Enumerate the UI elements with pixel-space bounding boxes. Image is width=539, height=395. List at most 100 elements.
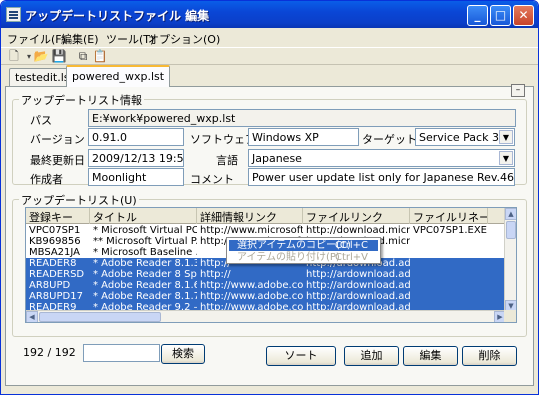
comment-field[interactable]: Power user update list only for Japanese… bbox=[248, 168, 515, 186]
cell-file: http://download.micro... bbox=[306, 225, 410, 236]
cell-file: http://ardownload.ado... bbox=[306, 291, 410, 302]
menu-file[interactable]: ファイル(F) bbox=[7, 31, 66, 47]
table-row[interactable]: AR8UPD * Adobe Reader 8.1.6 http://www.ado… bbox=[26, 280, 506, 291]
cell-title: * Microsoft Virtual PC... bbox=[93, 225, 197, 236]
column-header-title[interactable]: タイトル bbox=[90, 208, 197, 224]
context-copy-item[interactable]: 選択アイテムのコピー(C) Ctrl+C bbox=[229, 240, 378, 251]
cell-key: KB969856 bbox=[29, 236, 81, 247]
cell-key: AR8UPD bbox=[29, 280, 71, 291]
item-count: 192 / 192 bbox=[23, 346, 76, 359]
column-header-rename[interactable]: ファイルリネーム bbox=[410, 208, 488, 224]
cell-rename bbox=[410, 236, 488, 247]
copy-icon[interactable]: ⧉ bbox=[75, 49, 91, 64]
language-label: 言語 bbox=[216, 154, 238, 167]
toolbar: 🗋 ▾ 📂 💾 ⧉ 📋 bbox=[1, 47, 538, 65]
table-row[interactable]: READERSD * Adobe Reader 8 Spe...http:// ht… bbox=[26, 269, 506, 280]
maximize-button[interactable]: □ bbox=[490, 5, 511, 26]
cell-rename: VPC07SP1.EXE bbox=[413, 225, 487, 236]
vertical-scroll-thumb[interactable] bbox=[506, 221, 516, 239]
software-label: ソフトウェア bbox=[190, 133, 256, 146]
cell-title: * Adobe Reader 8.1.7 ... bbox=[93, 291, 197, 302]
collapse-button[interactable]: – bbox=[511, 84, 525, 97]
title-bar[interactable]: アップデートリストファイル 編集 _ □ ✕ bbox=[1, 1, 538, 28]
context-paste-shortcut: Ctrl+V bbox=[334, 252, 368, 263]
minimize-button[interactable]: _ bbox=[467, 5, 488, 26]
cell-key: READER8 bbox=[29, 258, 77, 269]
language-select[interactable]: Japanese ▼ bbox=[248, 149, 515, 167]
cell-file: http://ardownload.ado... bbox=[306, 280, 410, 291]
chevron-down-icon[interactable]: ▼ bbox=[499, 130, 513, 144]
app-icon bbox=[6, 7, 21, 22]
edit-button[interactable]: 編集 bbox=[403, 346, 458, 366]
cell-key: AR8UPD17 bbox=[29, 291, 83, 302]
column-header-info-link[interactable]: 詳細情報リンク bbox=[197, 208, 303, 224]
column-header-key[interactable]: 登録キー bbox=[26, 208, 90, 224]
cell-info: http://www.adobe.com.... bbox=[200, 280, 303, 291]
cell-rename bbox=[410, 291, 488, 302]
cell-info: http://www.microsoft.... bbox=[200, 225, 303, 236]
cell-title: * Microsoft Baseline ... bbox=[93, 247, 197, 258]
context-paste-item[interactable]: アイテムの貼り付け(P) Ctrl+V bbox=[229, 252, 378, 263]
menu-edit[interactable]: 編集(E) bbox=[61, 31, 99, 47]
version-field[interactable]: 0.91.0 bbox=[88, 128, 184, 146]
search-button[interactable]: 検索 bbox=[161, 344, 205, 364]
list-group-label: アップデートリスト(U) bbox=[19, 192, 139, 208]
column-header-file-link[interactable]: ファイルリンク bbox=[303, 208, 410, 224]
language-value: Japanese bbox=[252, 152, 302, 165]
menu-options[interactable]: オプション(O) bbox=[148, 31, 220, 47]
updated-label: 最終更新日 bbox=[30, 154, 85, 167]
search-input[interactable] bbox=[83, 344, 160, 362]
scroll-corner bbox=[504, 310, 516, 322]
app-window: アップデートリストファイル 編集 _ □ ✕ ファイル(F) 編集(E) ツール… bbox=[0, 0, 539, 395]
new-file-icon[interactable]: 🗋 bbox=[6, 49, 22, 64]
cell-title: * Adobe Reader 8 Spe... bbox=[93, 269, 197, 280]
cell-rename bbox=[410, 247, 488, 258]
updated-field[interactable]: 2009/12/13 19:56:58 bbox=[88, 149, 184, 167]
path-field[interactable]: E:¥work¥powered_wxp.lst bbox=[88, 109, 516, 127]
add-button[interactable]: 追加 bbox=[344, 346, 399, 366]
cell-rename bbox=[410, 258, 488, 269]
list-header: 登録キー タイトル 詳細情報リンク ファイルリンク ファイルリネーム bbox=[26, 208, 506, 224]
target-value: Service Pack 3 bbox=[419, 131, 499, 144]
close-button[interactable]: ✕ bbox=[513, 5, 534, 26]
window-title: アップデートリストファイル 編集 bbox=[25, 9, 210, 23]
open-folder-icon[interactable]: 📂 bbox=[33, 49, 49, 64]
info-group-label: アップデートリスト情報 bbox=[19, 92, 144, 108]
software-field[interactable]: Windows XP bbox=[248, 128, 359, 146]
chevron-down-icon[interactable]: ▼ bbox=[499, 151, 513, 165]
target-select[interactable]: Service Pack 3 ▼ bbox=[415, 128, 515, 146]
scroll-left-icon[interactable]: ◀ bbox=[26, 311, 38, 322]
context-copy-shortcut: Ctrl+C bbox=[334, 240, 368, 251]
context-copy-label: 選択アイテムのコピー(C) bbox=[237, 240, 351, 251]
cell-rename bbox=[410, 269, 488, 280]
scroll-up-icon[interactable]: ▲ bbox=[505, 208, 516, 220]
comment-label: コメント bbox=[190, 173, 234, 186]
context-paste-label: アイテムの貼り付け(P) bbox=[237, 252, 340, 263]
delete-button[interactable]: 削除 bbox=[462, 346, 517, 366]
menu-bar: ファイル(F) 編集(E) ツール(T) オプション(O) bbox=[1, 28, 538, 47]
cell-file: http://ardownload.ado... bbox=[306, 269, 410, 280]
horizontal-scroll-thumb[interactable] bbox=[39, 312, 161, 322]
horizontal-scrollbar[interactable]: ◀ ▶ bbox=[26, 310, 506, 322]
table-row[interactable]: AR8UPD17 * Adobe Reader 8.1.7 ...http://w… bbox=[26, 291, 506, 302]
update-list[interactable]: 登録キー タイトル 詳細情報リンク ファイルリンク ファイルリネーム VPC07… bbox=[25, 207, 517, 323]
cell-title: * Adobe Reader 8.1.3 bbox=[93, 258, 197, 269]
cell-info: http://www.adobe.com.... bbox=[200, 291, 303, 302]
paste-icon[interactable]: 📋 bbox=[92, 49, 108, 64]
author-field[interactable]: Moonlight bbox=[88, 168, 184, 186]
cell-key: MBSA21JA bbox=[29, 247, 81, 258]
cell-key: READERSD bbox=[29, 269, 85, 280]
cell-key: VPC07SP1 bbox=[29, 225, 81, 236]
path-label: パス bbox=[30, 114, 52, 127]
vertical-scrollbar[interactable]: ▲ ▼ bbox=[504, 208, 516, 312]
save-icon[interactable]: 💾 bbox=[51, 49, 67, 64]
author-label: 作成者 bbox=[30, 173, 63, 186]
tab-powered-wxp[interactable]: powered_wxp.lst bbox=[66, 65, 171, 87]
table-row[interactable]: VPC07SP1 * Microsoft Virtual PC... http://… bbox=[26, 225, 506, 236]
cell-info: http:// bbox=[200, 269, 231, 280]
sort-button[interactable]: ソート bbox=[266, 346, 336, 366]
context-menu: 選択アイテムのコピー(C) Ctrl+C アイテムの貼り付け(P) Ctrl+V bbox=[226, 237, 381, 264]
cell-title: * Adobe Reader 8.1.6 bbox=[93, 280, 197, 291]
version-label: バージョン bbox=[30, 133, 85, 146]
cell-rename bbox=[410, 280, 488, 291]
